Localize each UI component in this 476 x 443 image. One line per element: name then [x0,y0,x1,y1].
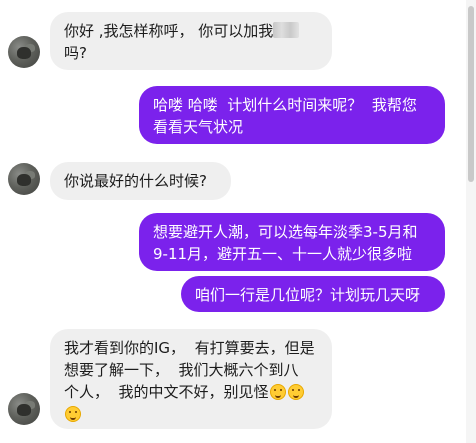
message-text: 咱们一行是几位呢？计划玩几天呀 [195,286,421,304]
message-text: 想要避开人潮，可以选每年淡季3-5月和 9-11月，避开五一、十一人就少很多啦 [153,223,418,263]
incoming-message-bubble[interactable]: 你好 ,我怎样称呼， 你可以加我 吗? [50,12,332,70]
contact-avatar[interactable] [8,163,40,195]
message-text: 哈喽 哈喽 计划什么时间来呢？ 我帮您 看看天气状况 [153,96,417,136]
message-text: 你好 ,我怎样称呼， 你可以加我 [64,22,274,40]
contact-avatar[interactable] [8,393,40,425]
message-text-continued: 吗? [64,44,87,62]
outgoing-message-bubble[interactable]: 咱们一行是几位呢？计划玩几天呀 [181,276,445,312]
chat-thread: 你好 ,我怎样称呼， 你可以加我 吗? 哈喽 哈喽 计划什么时间来呢？ 我帮您 … [0,0,466,443]
smiling-face-emoji [65,406,81,422]
outgoing-message-bubble[interactable]: 哈喽 哈喽 计划什么时间来呢？ 我帮您 看看天气状况 [139,86,445,144]
redacted-contact-id [273,22,300,38]
contact-avatar[interactable] [8,36,40,68]
smiling-face-emoji [269,384,286,400]
scrollbar[interactable] [466,0,476,443]
incoming-message-bubble[interactable]: 你说最好的什么时候? [50,162,231,200]
incoming-message-bubble[interactable]: 我才看到你的IG， 有打算要去，但是 想要了解一下， 我们大概六个到八 个人， … [50,329,332,429]
message-text: 你说最好的什么时候? [64,172,207,190]
smiling-face-emoji [287,384,304,400]
scrollbar-thumb[interactable] [468,6,474,182]
outgoing-message-bubble[interactable]: 想要避开人潮，可以选每年淡季3-5月和 9-11月，避开五一、十一人就少很多啦 [139,213,445,271]
